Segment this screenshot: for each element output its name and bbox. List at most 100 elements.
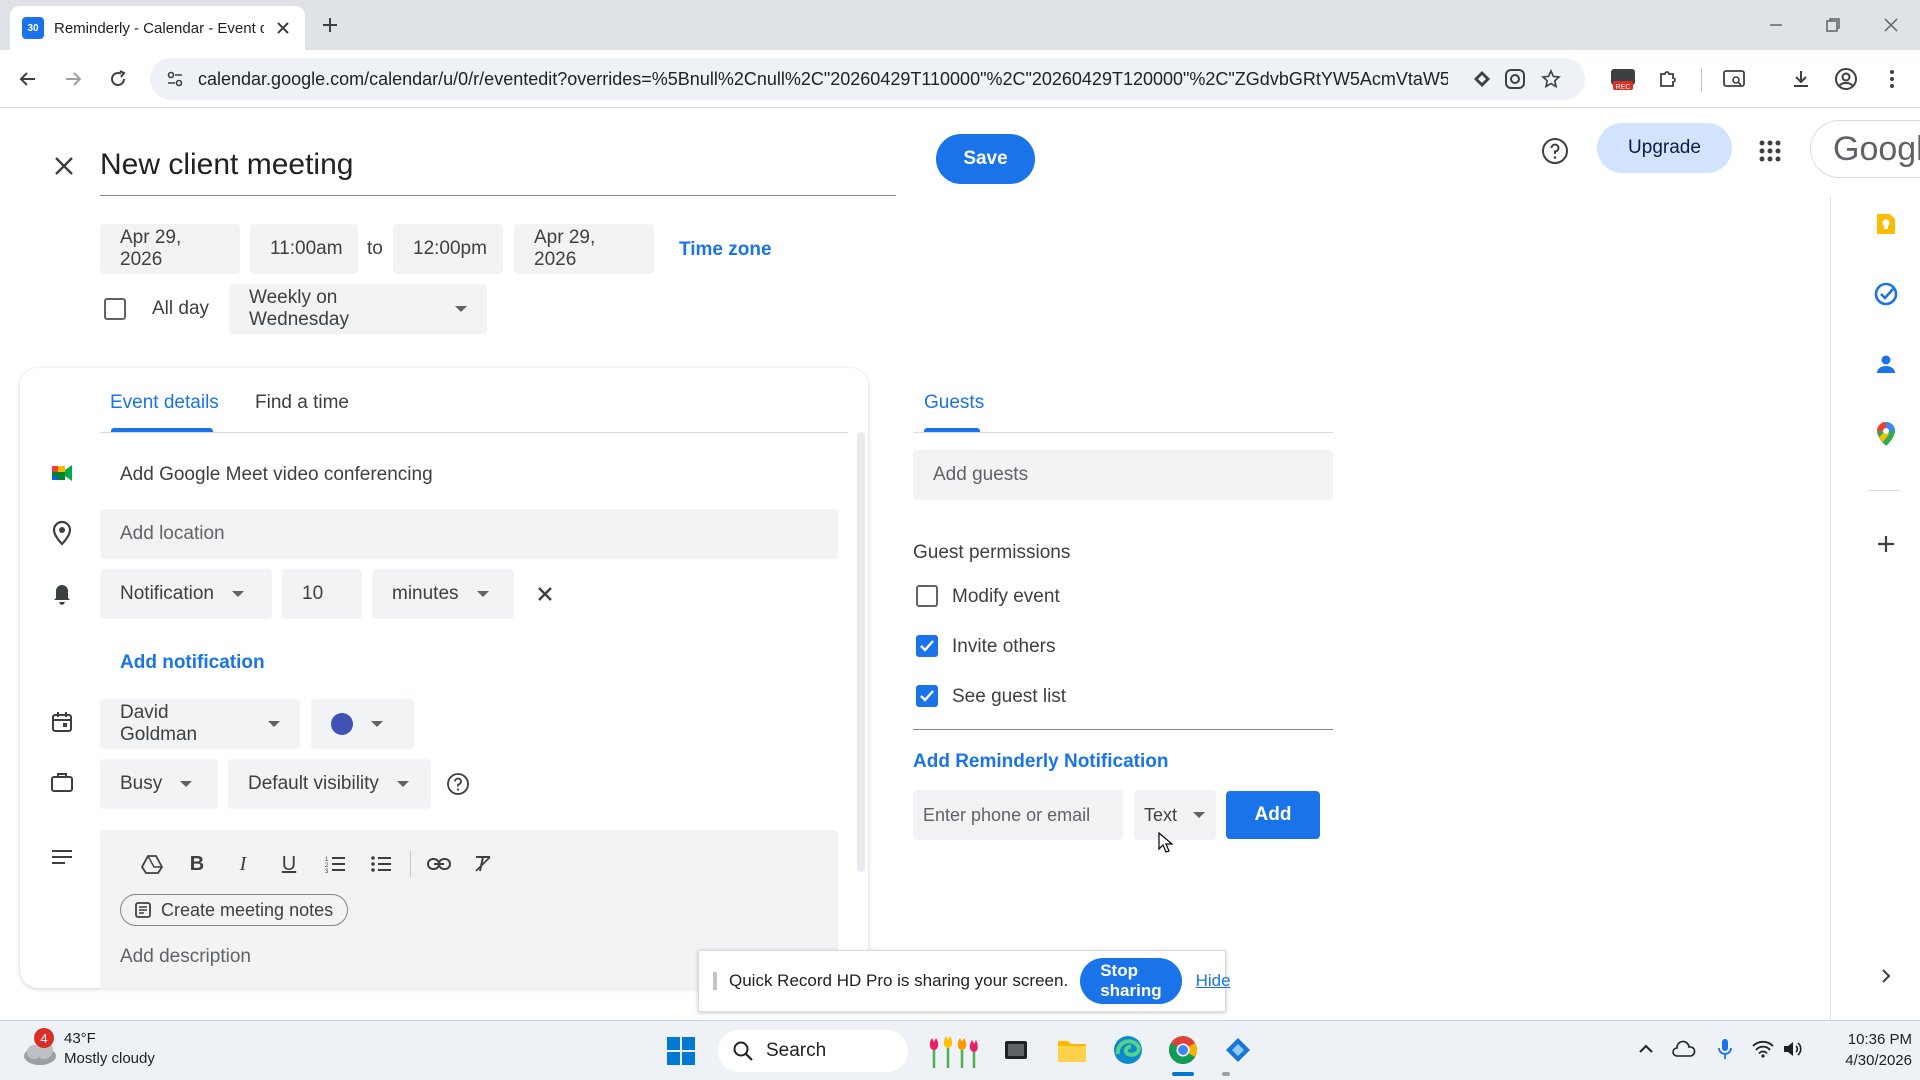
notification-unit-dropdown[interactable]: minutes (372, 569, 514, 619)
tab-find-a-time[interactable]: Find a time (255, 392, 349, 414)
link-icon[interactable] (417, 846, 461, 882)
new-tab-icon[interactable] (312, 7, 348, 43)
add-guests-input[interactable]: Add guests (913, 450, 1333, 500)
all-day-checkbox[interactable] (104, 298, 126, 320)
underline-icon[interactable]: U (266, 846, 312, 882)
chevron-down-icon (476, 591, 489, 597)
close-editor-icon[interactable] (46, 148, 82, 184)
upgrade-button[interactable]: Upgrade (1597, 123, 1732, 173)
extension-diamond-icon[interactable] (1467, 61, 1497, 97)
extensions-puzzle-icon[interactable] (1650, 61, 1686, 97)
show-hidden-icons-icon[interactable] (1637, 1040, 1655, 1058)
contact-type-dropdown[interactable]: Text (1134, 790, 1216, 840)
chevron-down-icon (268, 721, 280, 727)
windows-start-icon[interactable] (666, 1036, 696, 1066)
onedrive-cloud-icon[interactable] (1672, 1040, 1696, 1058)
modify-event-checkbox[interactable] (916, 585, 938, 607)
side-panel-divider (1830, 196, 1831, 1020)
tab-event-details[interactable]: Event details (110, 392, 219, 414)
apps-grid-icon[interactable] (1750, 131, 1790, 171)
add-addon-icon[interactable] (1868, 526, 1904, 562)
taskbar-search[interactable]: Search (718, 1030, 908, 1072)
end-date-chip[interactable]: Apr 29, 2026 (514, 224, 654, 274)
clear-formatting-icon[interactable] (461, 846, 505, 882)
event-title-input[interactable]: New client meeting (100, 140, 896, 196)
back-icon[interactable] (10, 61, 46, 97)
create-meeting-notes-chip[interactable]: Create meeting notes (120, 894, 349, 926)
recurrence-dropdown[interactable]: Weekly on Wednesday (229, 284, 487, 334)
end-time-chip[interactable]: 12:00pm (393, 224, 503, 274)
event-color-dropdown[interactable] (311, 699, 414, 749)
bookmark-star-icon[interactable] (1533, 61, 1569, 97)
add-meet-link[interactable]: Add Google Meet video conferencing (120, 464, 433, 486)
google-account-logo[interactable]: Google (1810, 120, 1920, 178)
minimize-icon[interactable] (1758, 7, 1794, 43)
invite-others-checkbox[interactable] (916, 635, 938, 657)
tab-guests[interactable]: Guests (924, 392, 984, 414)
notification-value-input[interactable]: 10 (282, 569, 362, 619)
wifi-icon[interactable] (1752, 1040, 1774, 1058)
availability-dropdown[interactable]: Busy (100, 759, 218, 809)
weather-alert-badge: 4 (34, 1028, 54, 1048)
expand-side-panel-icon[interactable] (1868, 958, 1904, 994)
numbered-list-icon[interactable]: 123 (312, 846, 358, 882)
download-icon[interactable] (1783, 61, 1819, 97)
taskbar-time: 10:36 PM (1847, 1031, 1912, 1048)
hide-share-bar-link[interactable]: Hide (1196, 971, 1231, 991)
stop-sharing-button[interactable]: Stop sharing (1080, 958, 1182, 1004)
visibility-dropdown[interactable]: Default visibility (228, 759, 431, 809)
time-zone-link[interactable]: Time zone (679, 239, 772, 261)
task-view-icon[interactable] (1002, 1036, 1030, 1064)
details-scrollbar[interactable] (857, 432, 865, 872)
drag-handle-icon[interactable] (713, 972, 717, 990)
visibility-help-icon[interactable] (440, 766, 476, 802)
address-bar[interactable]: calendar.google.com/calendar/u/0/r/event… (150, 58, 1585, 100)
google-lens-icon[interactable] (1497, 61, 1533, 97)
location-input[interactable]: Add location (100, 509, 838, 559)
calendar-owner-dropdown[interactable]: David Goldman (100, 699, 300, 749)
reload-icon[interactable] (100, 61, 136, 97)
help-icon[interactable] (1535, 131, 1575, 171)
bold-icon[interactable]: B (174, 846, 220, 882)
notification-type-dropdown[interactable]: Notification (100, 569, 272, 619)
start-date-chip[interactable]: Apr 29, 2026 (100, 224, 240, 274)
google-contacts-icon[interactable] (1868, 346, 1904, 382)
edge-browser-icon[interactable] (1112, 1034, 1144, 1066)
add-reminderly-button[interactable]: Add (1226, 791, 1320, 839)
browser-tab[interactable]: 30 Reminderly - Calendar - Event d (10, 6, 305, 50)
briefcase-icon (50, 771, 74, 793)
forward-icon[interactable] (55, 61, 91, 97)
volume-icon[interactable] (1782, 1040, 1804, 1058)
start-time-chip[interactable]: 11:00am (250, 224, 358, 274)
contact-type-value: Text (1144, 804, 1178, 825)
microphone-icon[interactable] (1717, 1038, 1733, 1060)
phone-email-input[interactable]: Enter phone or email (913, 790, 1123, 840)
see-guest-list-checkbox[interactable] (916, 685, 938, 707)
screen-recorder-extension-icon[interactable]: REC (1605, 61, 1641, 97)
bulleted-list-icon[interactable] (358, 846, 404, 882)
chrome-browser-icon[interactable] (1167, 1034, 1199, 1066)
restore-icon[interactable] (1815, 7, 1851, 43)
tab-search-icon[interactable] (1716, 61, 1752, 97)
drive-icon[interactable] (130, 846, 174, 882)
save-button[interactable]: Save (936, 134, 1035, 184)
close-tab-icon[interactable] (273, 18, 293, 38)
close-window-icon[interactable] (1873, 7, 1909, 43)
google-maps-icon[interactable] (1868, 416, 1904, 452)
site-info-icon[interactable] (166, 70, 184, 88)
more-options-icon[interactable] (1874, 61, 1910, 97)
app-shortcut-icon[interactable] (1222, 1034, 1254, 1066)
add-notification-link[interactable]: Add notification (120, 652, 265, 674)
to-label: to (367, 238, 383, 259)
modify-event-label: Modify event (952, 586, 1060, 607)
profile-icon[interactable] (1828, 61, 1864, 97)
create-meeting-notes-label: Create meeting notes (161, 899, 334, 920)
remove-notification-icon[interactable] (527, 576, 563, 612)
app-running-indicator (1222, 1072, 1230, 1076)
tulips-widget-icon[interactable] (924, 1034, 980, 1068)
tab-title: Reminderly - Calendar - Event d (54, 19, 264, 37)
google-keep-icon[interactable] (1868, 206, 1904, 242)
file-explorer-icon[interactable] (1057, 1036, 1087, 1064)
google-tasks-icon[interactable] (1868, 276, 1904, 312)
italic-icon[interactable]: I (220, 846, 266, 882)
